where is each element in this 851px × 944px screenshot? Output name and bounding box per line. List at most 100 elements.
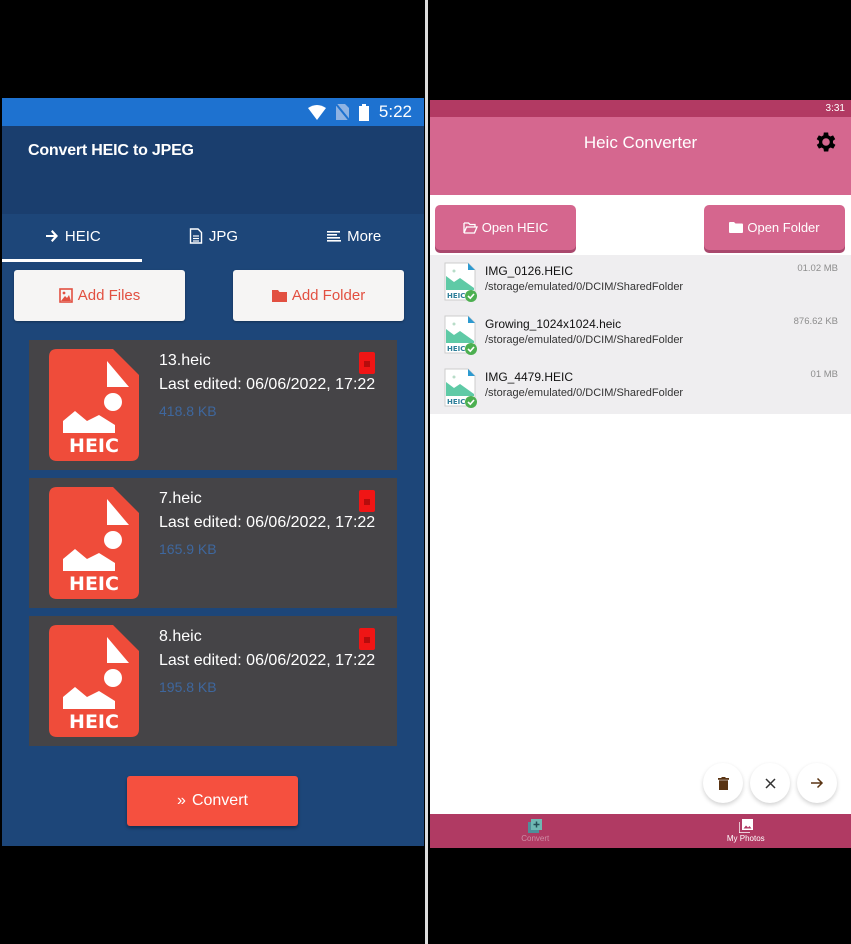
svg-text:HEIC: HEIC	[69, 435, 119, 457]
open-folder-button[interactable]: Open Folder	[704, 205, 845, 250]
convert-button[interactable]: » Convert	[127, 776, 298, 826]
bottom-navigation: Convert My Photos	[430, 814, 851, 848]
tab-more-label: More	[347, 228, 382, 245]
file-list-item[interactable]: HEIC 7.heic Last edited: 06/06/2022, 17:…	[29, 478, 397, 608]
file-size: 01 MB	[810, 369, 838, 380]
app-bar: Heic Converter	[430, 117, 851, 195]
clear-button[interactable]	[750, 763, 790, 803]
floating-actions	[703, 763, 837, 803]
add-folder-button[interactable]: Add Folder	[233, 270, 404, 321]
page-title: Heic Converter	[583, 133, 698, 152]
delete-icon[interactable]	[359, 628, 375, 650]
open-folder-label: Open Folder	[747, 220, 820, 235]
add-files-button[interactable]: Add Files	[14, 270, 185, 321]
file-name: Growing_1024x1024.heic	[485, 317, 622, 331]
add-folder-label: Add Folder	[291, 287, 366, 304]
file-list-item[interactable]: HEIC 8.heic Last edited: 06/06/2022, 17:…	[29, 616, 397, 746]
status-bar: 3:31	[430, 100, 851, 117]
file-name: 8.heic	[159, 628, 202, 645]
photo-library-icon	[738, 819, 753, 833]
heic-thumbnail-icon: HEIC	[444, 368, 477, 408]
screenshot-stage: 5:22 Convert HEIC to JPEG HEIC JPG More	[0, 0, 851, 944]
image-file-icon	[58, 288, 73, 303]
file-info: 8.heic Last edited: 06/06/2022, 17:22 19…	[159, 625, 375, 746]
svg-text:HEIC: HEIC	[69, 573, 119, 595]
file-last-edited: Last edited: 06/06/2022, 17:22	[159, 376, 376, 393]
file-info: 13.heic Last edited: 06/06/2022, 17:22 4…	[159, 349, 375, 470]
status-time: 5:22	[378, 102, 412, 121]
status-time: 3:31	[825, 103, 845, 114]
tab-jpg[interactable]: JPG	[143, 228, 284, 270]
battery-icon	[358, 103, 369, 121]
wifi-icon	[307, 104, 326, 120]
delete-icon[interactable]	[359, 352, 375, 374]
right-app-screen: 3:31 Heic Converter Open HEIC Open Folde…	[430, 100, 851, 848]
nav-my-photos-label: My Photos	[726, 834, 765, 843]
file-name: IMG_0126.HEIC	[485, 264, 574, 278]
close-icon	[764, 777, 776, 789]
nav-convert-label: Convert	[521, 834, 550, 843]
left-app-screen: 5:22 Convert HEIC to JPEG HEIC JPG More	[2, 98, 424, 846]
file-size: 418.8 KB	[159, 403, 217, 419]
add-files-label: Add Files	[77, 287, 141, 304]
app-bar: Convert HEIC to JPEG	[2, 126, 424, 214]
file-info: 7.heic Last edited: 06/06/2022, 17:22 16…	[159, 487, 375, 608]
file-list-item[interactable]: HEIC IMG_0126.HEIC /storage/emulated/0/D…	[430, 255, 851, 308]
file-last-edited: Last edited: 06/06/2022, 17:22	[159, 652, 376, 669]
file-name: 7.heic	[159, 490, 202, 507]
delete-icon	[717, 776, 729, 790]
file-path: /storage/emulated/0/DCIM/SharedFolder	[485, 281, 684, 293]
heic-file-icon: HEIC	[49, 349, 139, 461]
file-actions: Add Files Add Folder	[2, 270, 424, 321]
folder-icon	[271, 290, 287, 302]
heic-thumbnail-icon: HEIC	[444, 315, 477, 355]
delete-button[interactable]	[703, 763, 743, 803]
no-sim-icon	[335, 104, 349, 120]
heic-file-icon: HEIC	[49, 625, 139, 737]
file-actions: Open HEIC Open Folder	[430, 195, 851, 255]
status-bar: 5:22	[2, 98, 424, 126]
svg-text:HEIC: HEIC	[69, 711, 119, 733]
file-path: /storage/emulated/0/DCIM/SharedFolder	[485, 387, 684, 399]
tab-jpg-label: JPG	[208, 228, 239, 245]
file-info: IMG_4479.HEIC /storage/emulated/0/DCIM/S…	[485, 368, 683, 414]
file-list-item[interactable]: HEIC Growing_1024x1024.heic /storage/emu…	[430, 308, 851, 361]
arrow-right-icon	[45, 230, 58, 242]
folder-icon	[729, 222, 744, 233]
file-path: /storage/emulated/0/DCIM/SharedFolder	[485, 334, 684, 346]
list-icon	[327, 231, 342, 242]
folder-open-icon	[463, 221, 478, 234]
file-name: IMG_4479.HEIC	[485, 370, 574, 384]
svg-text:HEIC: HEIC	[447, 398, 465, 406]
file-size: 876.62 KB	[793, 316, 838, 327]
heic-thumbnail-icon: HEIC	[444, 262, 477, 302]
heic-file-list: HEIC 13.heic Last edited: 06/06/2022, 17…	[2, 340, 424, 746]
tab-bar: HEIC JPG More	[2, 214, 424, 270]
file-list-item[interactable]: HEIC IMG_4479.HEIC /storage/emulated/0/D…	[430, 361, 851, 414]
svg-text:HEIC: HEIC	[447, 345, 465, 353]
arrow-right-icon	[810, 777, 823, 789]
tab-heic[interactable]: HEIC	[2, 228, 143, 270]
delete-icon[interactable]	[359, 490, 375, 512]
file-info: IMG_0126.HEIC /storage/emulated/0/DCIM/S…	[485, 262, 683, 308]
document-icon	[189, 228, 203, 244]
converted-file-list: HEIC IMG_0126.HEIC /storage/emulated/0/D…	[430, 255, 851, 414]
file-list-item[interactable]: HEIC 13.heic Last edited: 06/06/2022, 17…	[29, 340, 397, 470]
gear-icon[interactable]	[813, 129, 839, 155]
open-heic-label: Open HEIC	[481, 220, 549, 235]
file-info: Growing_1024x1024.heic /storage/emulated…	[485, 315, 683, 361]
nav-convert[interactable]: Convert	[430, 814, 641, 848]
open-heic-button[interactable]: Open HEIC	[435, 205, 576, 250]
file-size: 165.9 KB	[159, 541, 217, 557]
add-to-collection-icon	[528, 819, 543, 833]
page-title: Convert HEIC to JPEG	[28, 142, 194, 159]
double-chevron-right-icon: »	[177, 792, 186, 809]
heic-file-icon: HEIC	[49, 487, 139, 599]
nav-my-photos[interactable]: My Photos	[641, 814, 851, 848]
next-button[interactable]	[797, 763, 837, 803]
svg-text:HEIC: HEIC	[447, 292, 465, 300]
tab-more[interactable]: More	[283, 228, 424, 270]
file-size: 01.02 MB	[797, 263, 838, 274]
tab-heic-label: HEIC	[64, 228, 101, 245]
active-tab-indicator	[2, 259, 142, 262]
